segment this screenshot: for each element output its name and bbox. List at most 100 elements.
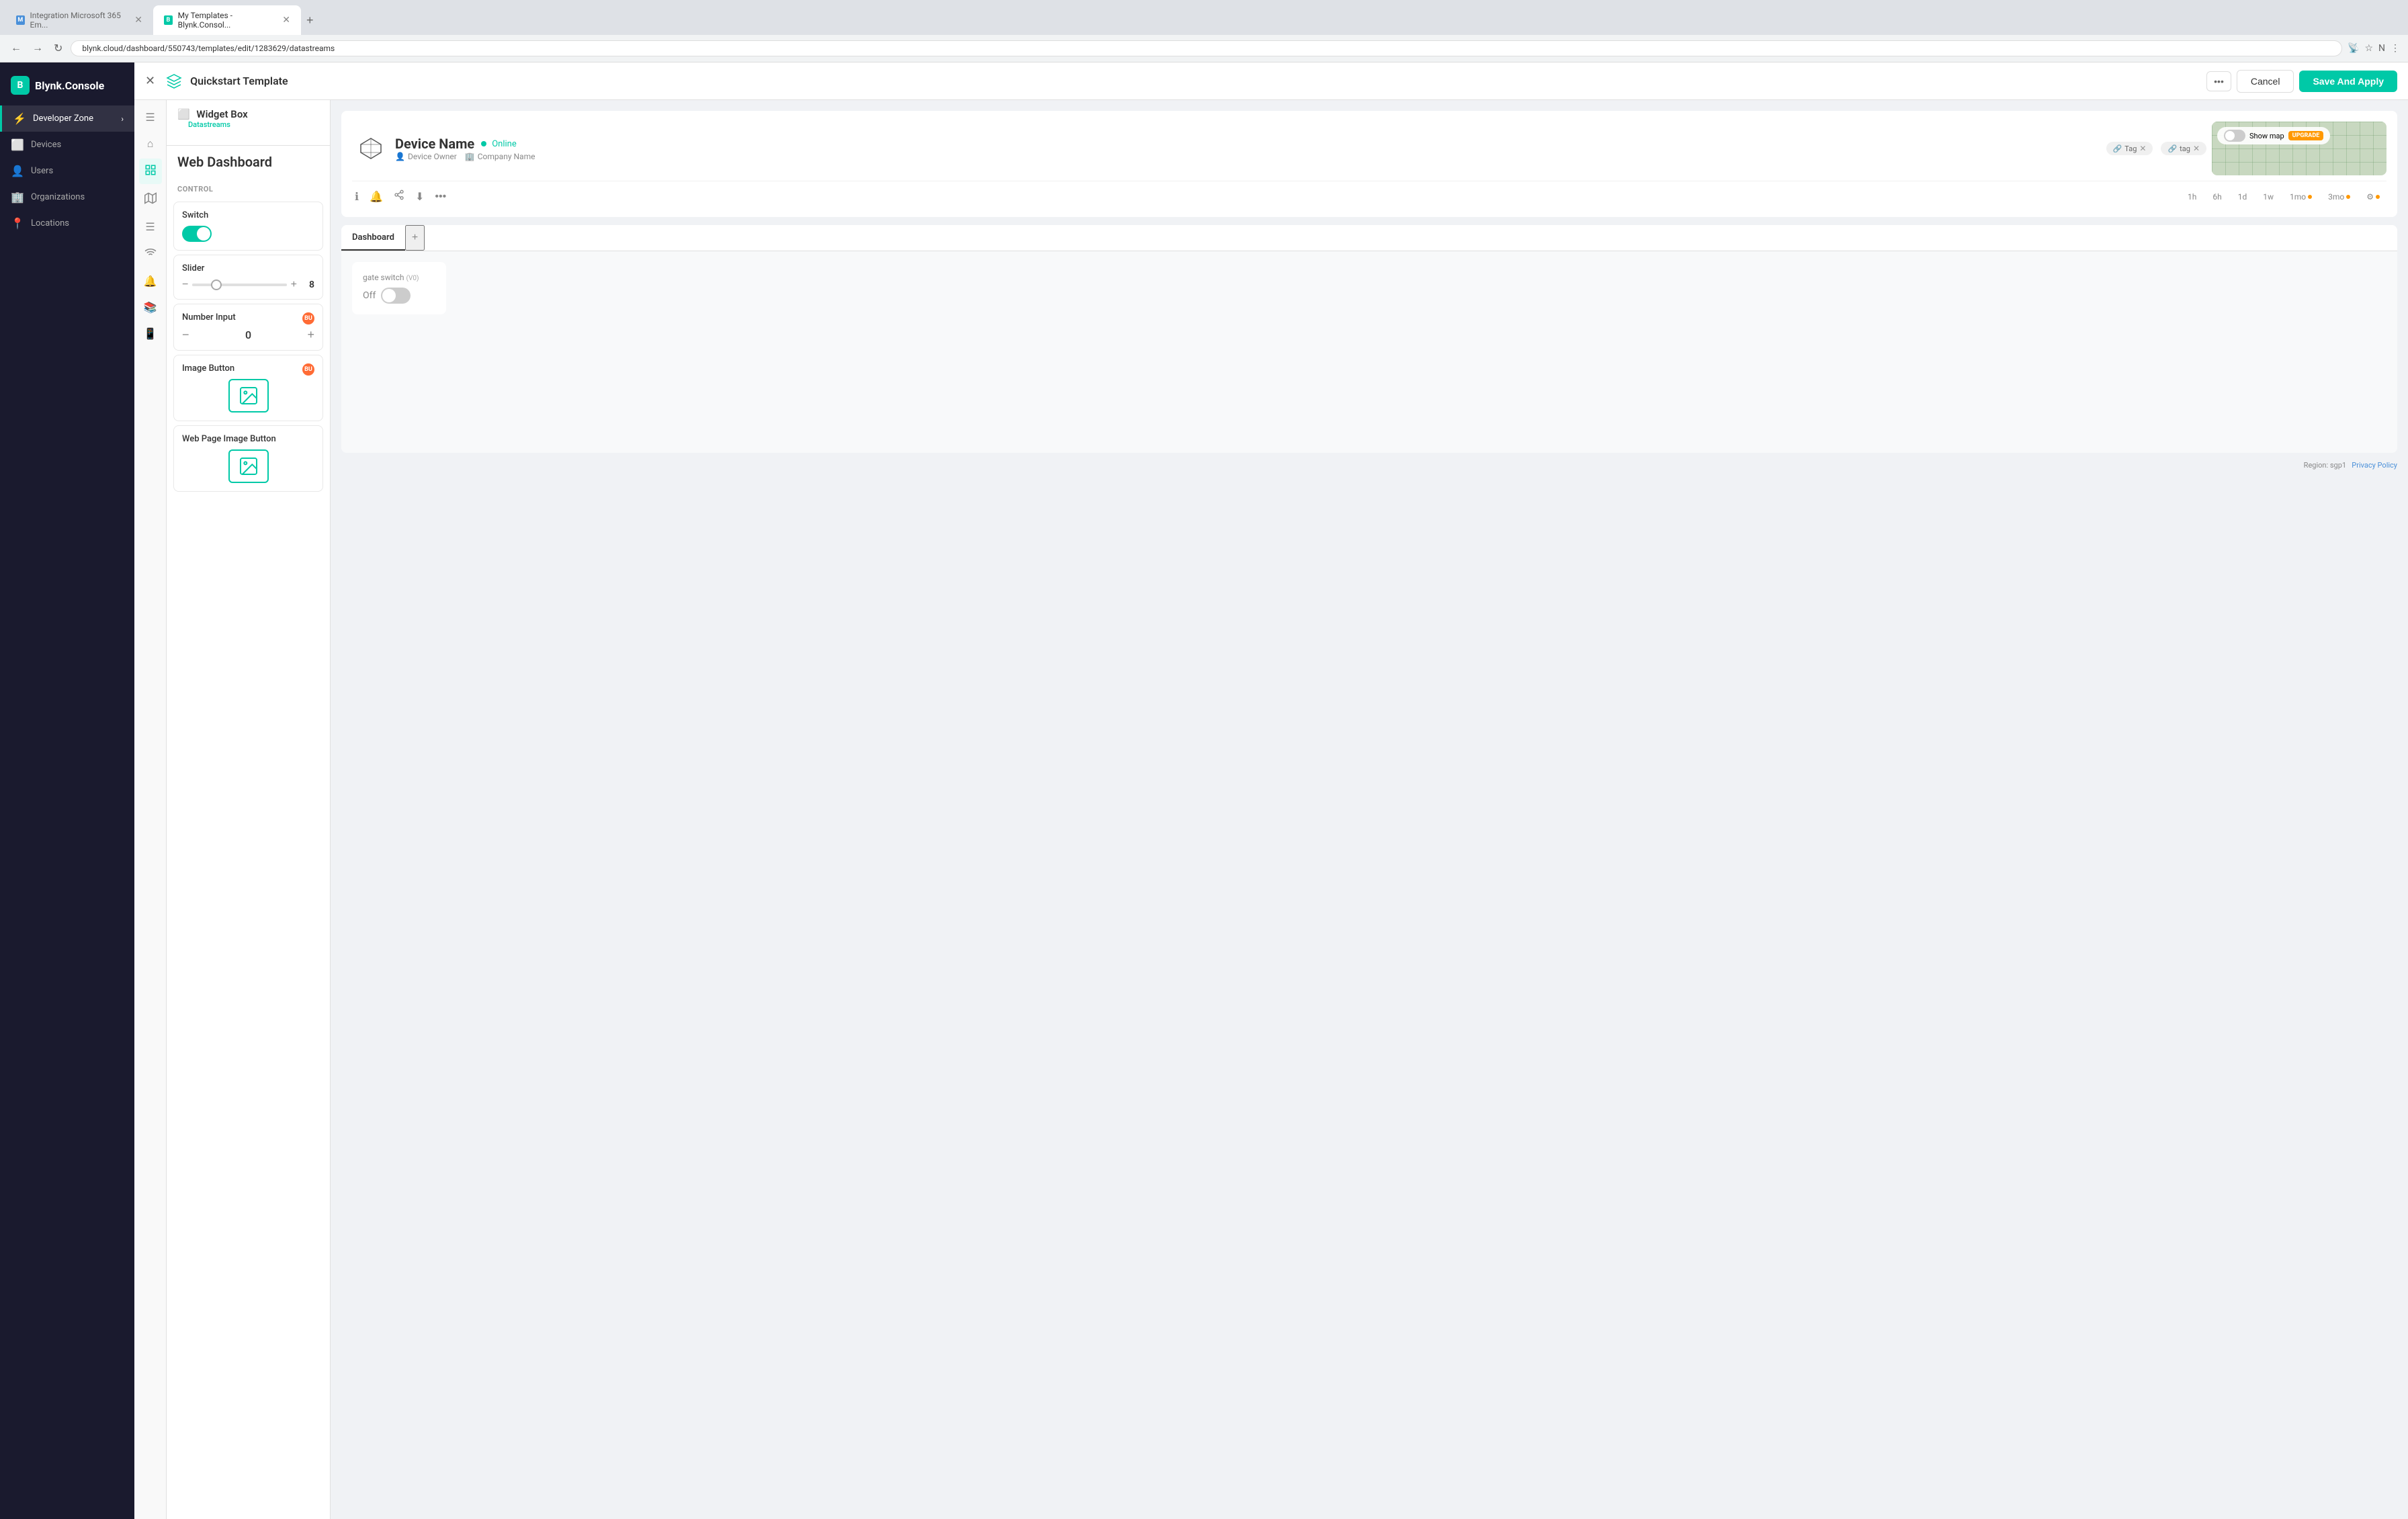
nav-home[interactable]: ⌂ [142,132,159,156]
widget-sidebar-header: ⬜ Widget Box Datastreams [167,100,330,146]
widget-image-button-card[interactable]: Image Button BU [173,355,323,421]
profile-icon: N [2378,43,2385,54]
slider-plus[interactable]: + [291,279,297,291]
nav-icon-bar: ☰ ⌂ ☰ [134,100,167,1519]
developer-zone-icon: ⚡ [13,112,26,125]
browser-chrome: M Integration Microsoft 365 Em... ✕ B My… [0,0,2408,62]
sidebar-item-devices[interactable]: ⬜ Devices [0,132,134,158]
nav-book[interactable]: 📚 [138,296,163,319]
template-title: Quickstart Template [190,75,288,87]
address-icons: 📡 ☆ N ⋮ [2348,43,2400,54]
new-tab-button[interactable]: + [301,11,319,30]
tab-close-1[interactable]: ✕ [134,15,142,26]
switch-toggle[interactable] [182,226,314,242]
time-tab-6h[interactable]: 6h [2206,189,2228,204]
gate-virtual: (V0) [406,275,419,282]
tag-1[interactable]: 🔗 Tag ✕ [2106,142,2153,155]
map-toggle-switch[interactable] [2224,130,2245,142]
slider-widget-name: Slider [182,263,314,273]
time-tab-3mo[interactable]: 3mo [2321,189,2357,204]
device-meta: 👤 Device Owner 🏢 Company Name [395,152,535,161]
gate-state-text: Off [363,290,376,301]
nav-map[interactable] [139,187,162,212]
forward-button[interactable]: → [30,40,46,57]
sidebar-item-locations[interactable]: 📍 Locations [0,210,134,236]
tab-label-1: Integration Microsoft 365 Em... [30,11,130,30]
gate-toggle[interactable] [381,288,411,304]
device-header-card: Device Name Online 👤 Device Owner [341,111,2397,217]
slider-fill [192,284,286,286]
web-page-image-button-name: Web Page Image Button [182,434,314,444]
nav-list[interactable]: ☰ [140,215,160,238]
tag-2-close[interactable]: ✕ [2193,144,2200,153]
sidebar-item-organizations[interactable]: 🏢 Organizations [0,184,134,210]
add-tab-button[interactable]: + [405,225,425,251]
users-icon: 👤 [11,165,24,177]
info-button[interactable]: ℹ [352,187,361,206]
gate-label: gate switch (V0) [363,273,435,282]
tab-dashboard[interactable]: Dashboard [341,226,405,251]
sidebar-item-users[interactable]: 👤 Users [0,158,134,184]
content-area: ☰ ⌂ ☰ [134,100,2408,1519]
number-plus[interactable]: + [307,328,314,342]
gate-switch-row: Off [363,288,435,304]
tab-inactive[interactable]: M Integration Microsoft 365 Em... ✕ [5,5,153,35]
back-button[interactable]: ← [8,40,24,57]
tab-close-2[interactable]: ✕ [282,15,290,26]
slider-value: 8 [301,279,314,290]
sidebar-logo: B Blynk.Console [0,71,134,105]
slider-track[interactable] [192,284,286,286]
tag-link-icon-2: 🔗 [2167,144,2177,153]
toggle-track[interactable] [182,226,212,242]
time-tab-custom[interactable]: ⚙ [2360,189,2386,204]
sidebar-item-developer-zone[interactable]: ⚡ Developer Zone › [0,105,134,132]
dashboard-tabs: Dashboard + [341,225,2397,251]
main-content: ✕ Quickstart Template ••• Cancel Save An… [134,62,2408,1519]
organizations-icon: 🏢 [11,191,24,204]
cancel-button[interactable]: Cancel [2237,70,2294,93]
map-toggle: Show map UPGRADE [2217,127,2330,144]
download-button[interactable]: ⬇ [413,187,427,206]
tag-2[interactable]: 🔗 tag ✕ [2161,142,2206,155]
close-button[interactable]: ✕ [145,74,155,88]
control-section-label: CONTROL [167,178,330,198]
dashboard-content: gate switch (V0) Off [341,251,2397,453]
number-minus[interactable]: − [182,328,189,342]
nav-datastreams[interactable] [139,159,162,184]
bookmark-icon: ☆ [2364,43,2373,54]
time-tab-1h[interactable]: 1h [2181,189,2203,204]
reload-button[interactable]: ↻ [51,39,65,58]
nav-bell[interactable]: 🔔 [138,269,163,293]
share-button[interactable] [391,187,407,206]
bell-button[interactable]: 🔔 [367,187,386,206]
tab-active[interactable]: B My Templates - Blynk.Consol... ✕ [153,5,301,35]
more-options-button[interactable]: ••• [2206,71,2231,91]
nav-hamburger[interactable]: ☰ [140,105,160,129]
save-apply-button[interactable]: Save And Apply [2299,71,2397,92]
widget-number-input-card[interactable]: Number Input BU − 0 + [173,304,323,351]
time-tab-1w[interactable]: 1w [2256,189,2280,204]
nav-wifi[interactable] [139,241,162,267]
address-bar: ← → ↻ blynk.cloud/dashboard/550743/templ… [0,35,2408,62]
time-tab-1mo-dot [2308,195,2312,199]
online-text: Online [492,139,517,149]
time-tab-1d[interactable]: 1d [2231,189,2254,204]
locations-icon: 📍 [11,217,24,230]
app-name: Blynk.Console [35,79,104,92]
nav-mobile[interactable]: 📱 [138,322,163,345]
url-bar[interactable]: blynk.cloud/dashboard/550743/templates/e… [71,40,2342,56]
tag-1-close[interactable]: ✕ [2139,144,2146,153]
device-actions-row: ℹ 🔔 ⬇ ••• [352,181,2386,206]
web-page-image-preview [228,449,269,483]
slider-minus[interactable]: − [182,279,188,291]
privacy-link[interactable]: Privacy Policy [2352,461,2397,470]
more-button[interactable]: ••• [432,188,449,206]
widget-web-page-image-button-card[interactable]: Web Page Image Button [173,425,323,492]
top-bar: ✕ Quickstart Template ••• Cancel Save An… [134,62,2408,100]
widget-slider-card[interactable]: Slider − + 8 [173,255,323,300]
image-button-preview [228,379,269,413]
widget-switch-card[interactable]: Switch [173,202,323,251]
device-owner: 👤 Device Owner [395,152,457,161]
time-tab-1mo[interactable]: 1mo [2283,189,2319,204]
slider-thumb[interactable] [211,279,222,290]
